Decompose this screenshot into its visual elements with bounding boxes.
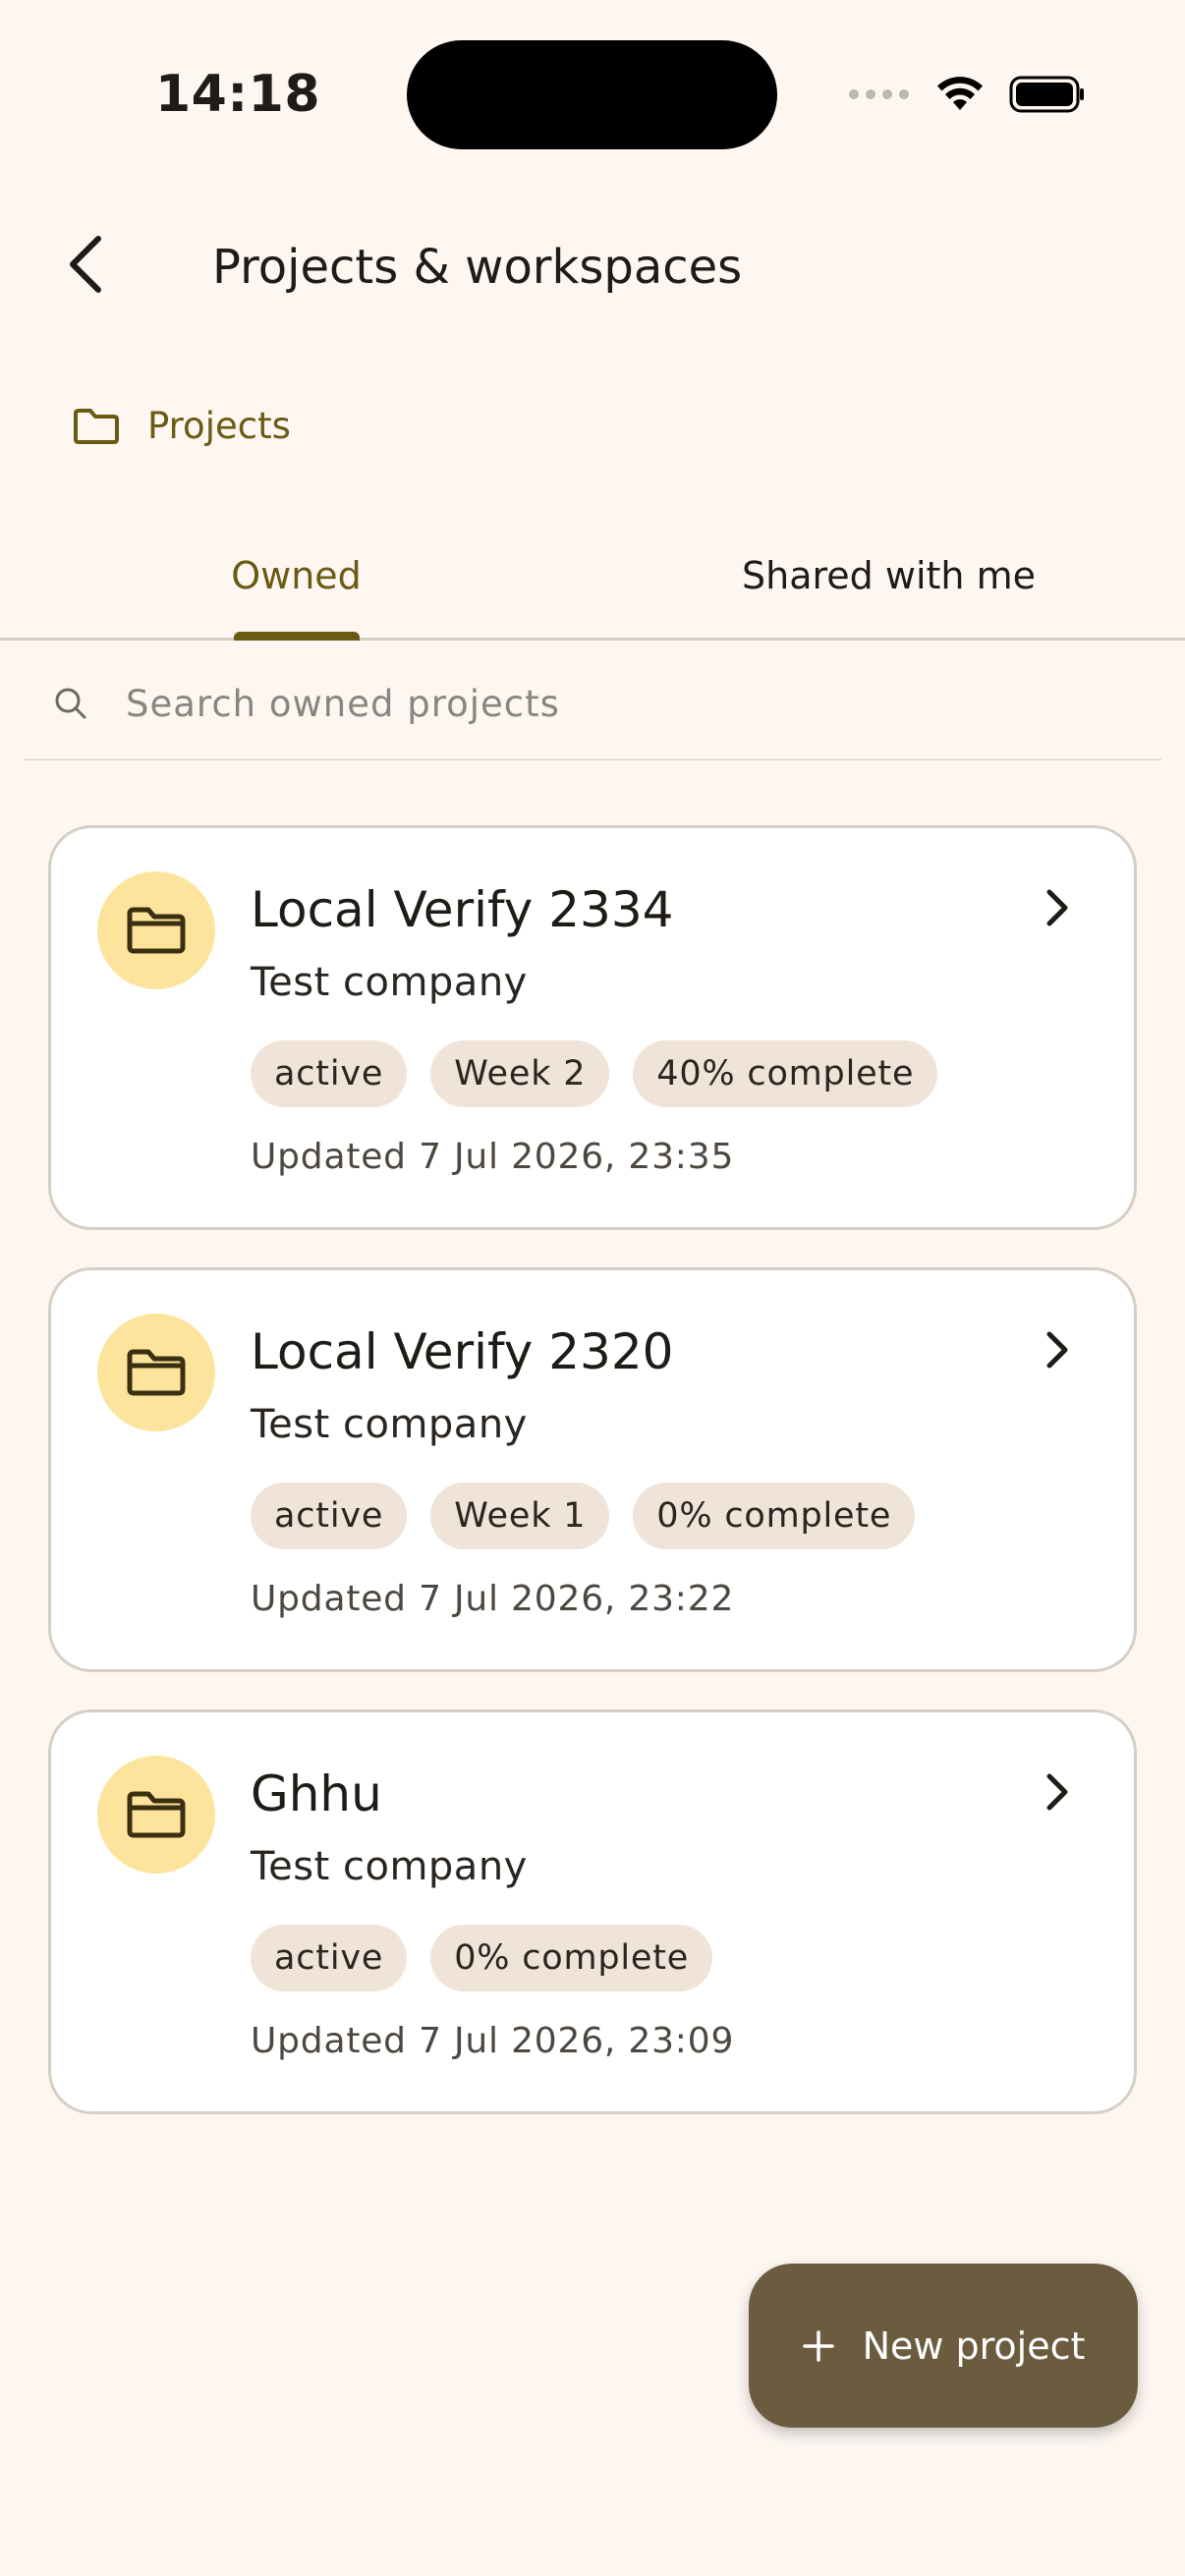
- project-updated: Updated 7 Jul 2026, 23:22: [251, 1579, 735, 1619]
- project-company: Test company: [251, 1402, 528, 1447]
- week-chip: Week 2: [430, 1040, 610, 1107]
- project-card[interactable]: Local Verify 2320 Test company active We…: [48, 1267, 1137, 1672]
- tab-owned[interactable]: Owned: [0, 511, 592, 641]
- tab-bar: Owned Shared with me: [0, 511, 1185, 641]
- cellular-signal-icon: [849, 89, 909, 99]
- section-label-text: Projects: [147, 405, 291, 447]
- project-name: Local Verify 2320: [251, 1323, 674, 1380]
- progress-chip: 0% complete: [430, 1925, 713, 1991]
- status-chip: active: [251, 1925, 408, 1991]
- dynamic-island: [407, 40, 777, 149]
- project-name: Ghhu: [251, 1765, 382, 1822]
- page-title: Projects & workspaces: [212, 240, 743, 295]
- active-tab-indicator: [234, 632, 360, 641]
- folder-icon: [74, 408, 119, 444]
- search-icon: [55, 688, 86, 719]
- folder-icon: [127, 907, 186, 954]
- progress-chip: 40% complete: [633, 1040, 938, 1107]
- project-chips: active Week 1 0% complete: [251, 1483, 916, 1549]
- tab-shared-with-me[interactable]: Shared with me: [592, 511, 1185, 641]
- status-indicators: [849, 73, 1086, 116]
- project-avatar: [97, 871, 215, 989]
- projects-screen: 14:18 Projects & workspaces Projects Own…: [0, 0, 1185, 2576]
- week-chip: Week 1: [430, 1483, 610, 1549]
- project-updated: Updated 7 Jul 2026, 23:35: [251, 1137, 735, 1177]
- status-chip: active: [251, 1040, 408, 1107]
- project-card[interactable]: Ghhu Test company active 0% complete Upd…: [48, 1709, 1137, 2114]
- wifi-icon: [937, 77, 983, 110]
- project-name: Local Verify 2334: [251, 881, 674, 938]
- chevron-right-icon: [1046, 1773, 1068, 1811]
- project-avatar: [97, 1756, 215, 1874]
- project-chips: active Week 2 40% complete: [251, 1040, 938, 1107]
- folder-icon: [127, 1349, 186, 1396]
- status-time: 14:18: [155, 65, 321, 124]
- chevron-right-icon: [1046, 889, 1068, 926]
- search-bar: [24, 648, 1161, 760]
- project-updated: Updated 7 Jul 2026, 23:09: [251, 2021, 735, 2061]
- section-label: Projects: [73, 405, 291, 447]
- project-company: Test company: [251, 960, 528, 1005]
- status-chip: active: [251, 1483, 408, 1549]
- battery-icon: [1009, 76, 1084, 113]
- project-chips: active 0% complete: [251, 1925, 713, 1991]
- chevron-left-icon: [70, 236, 101, 293]
- project-card[interactable]: Local Verify 2334 Test company active We…: [48, 825, 1137, 1230]
- progress-chip: 0% complete: [633, 1483, 916, 1549]
- back-button[interactable]: [55, 230, 114, 299]
- new-project-button[interactable]: New project: [749, 2264, 1138, 2428]
- project-avatar: [97, 1314, 215, 1431]
- search-input[interactable]: [126, 682, 1010, 725]
- folder-icon: [127, 1791, 186, 1838]
- project-company: Test company: [251, 1844, 528, 1889]
- new-project-label: New project: [862, 2324, 1086, 2368]
- plus-icon: [802, 2329, 834, 2362]
- chevron-right-icon: [1046, 1331, 1068, 1369]
